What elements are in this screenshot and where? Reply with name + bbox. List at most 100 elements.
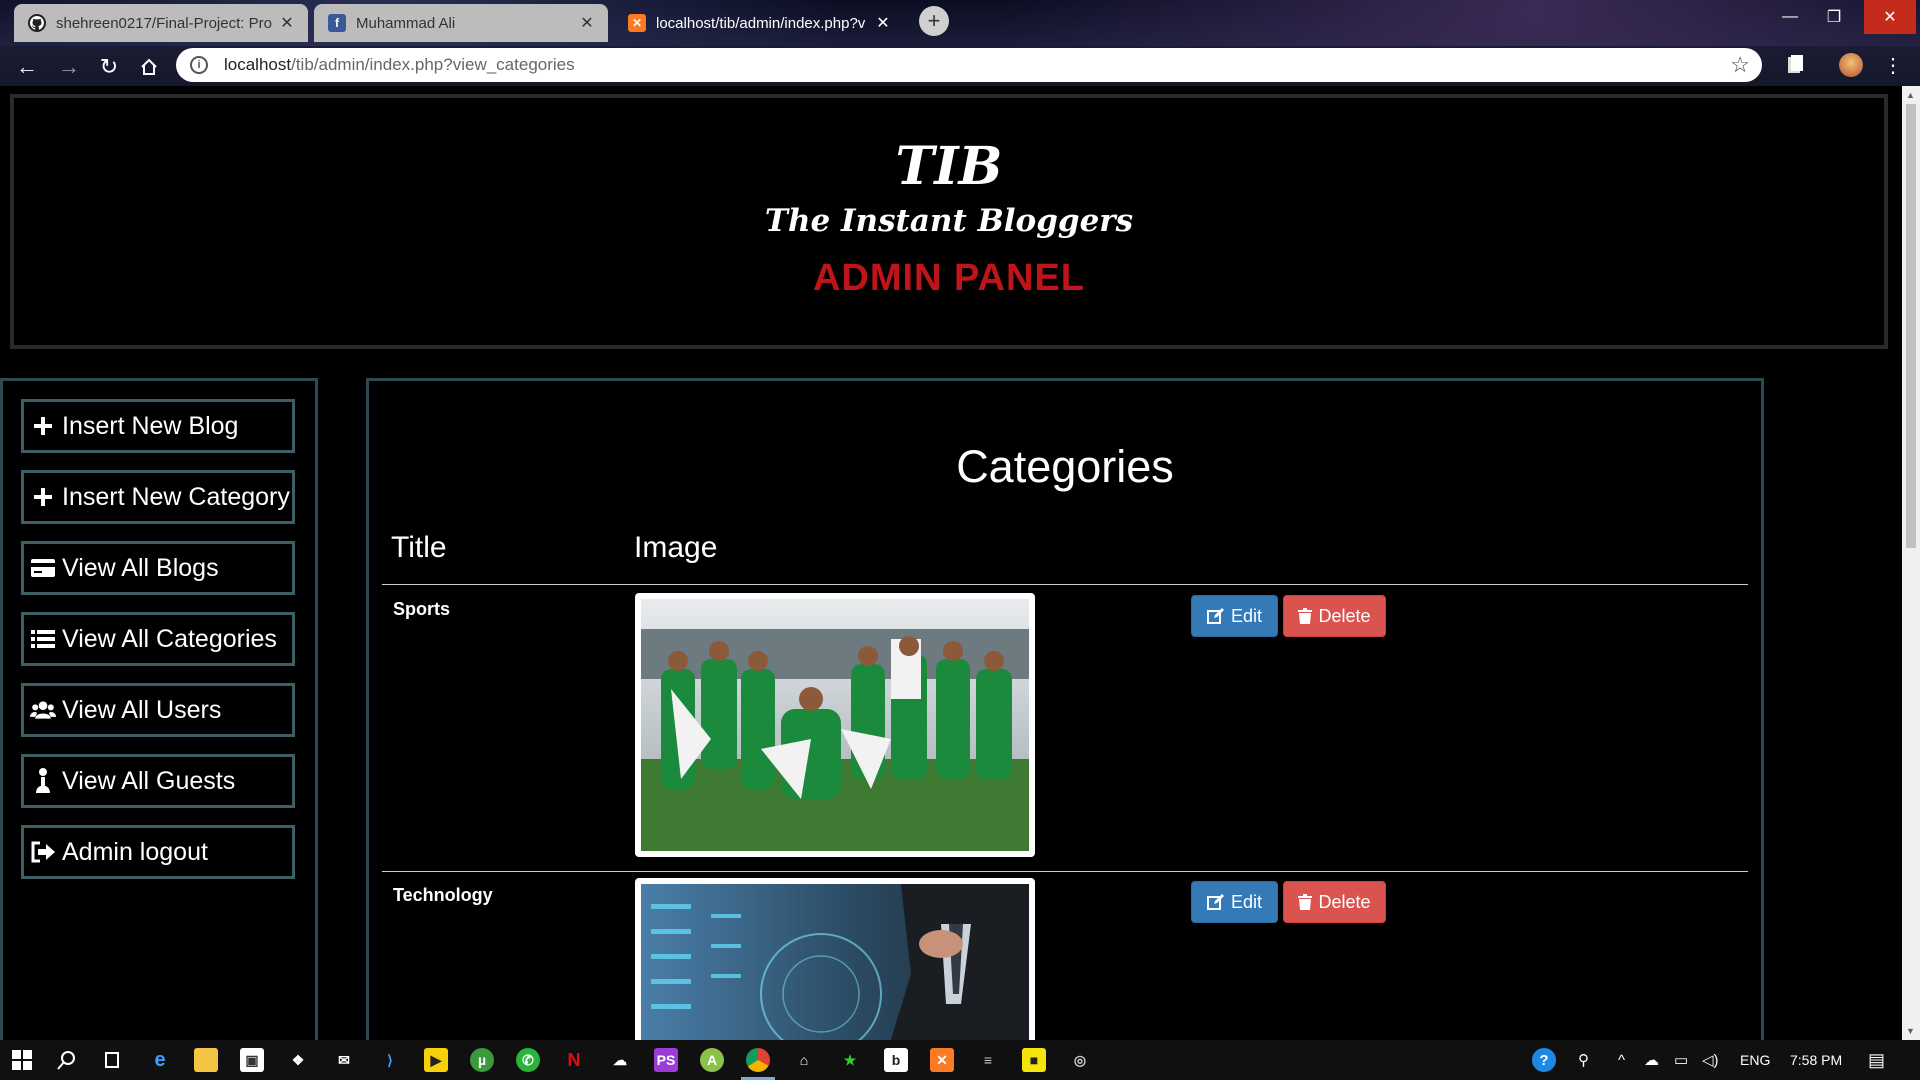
onedrive-icon[interactable]: ☁: [1644, 1040, 1659, 1080]
sticky-notes-icon[interactable]: ■: [1022, 1048, 1046, 1072]
plus-icon: [30, 415, 56, 437]
delete-label: Delete: [1318, 891, 1371, 912]
page-content: TIB The Instant Bloggers ADMIN PANEL Ins…: [0, 86, 1902, 1040]
list-icon: [30, 629, 56, 649]
battery-icon[interactable]: ▭: [1674, 1040, 1688, 1080]
whatsapp-icon[interactable]: ✆: [516, 1048, 540, 1072]
extension-icon[interactable]: [1782, 52, 1808, 78]
reload-icon[interactable]: ↻: [94, 52, 124, 82]
category-title-cell: Technology: [393, 885, 493, 905]
scroll-up-icon[interactable]: ▲: [1906, 90, 1915, 100]
app-icon[interactable]: ◎: [1068, 1048, 1092, 1072]
vscode-icon[interactable]: ⟩: [378, 1048, 402, 1072]
media-player-icon[interactable]: ▶: [424, 1048, 448, 1072]
app-icon[interactable]: ⌂: [792, 1048, 816, 1072]
tab-facebook[interactable]: f Muhammad Ali ✕: [314, 4, 608, 42]
windows-start-icon[interactable]: [10, 1048, 34, 1072]
brand-tagline: The Instant Bloggers: [764, 203, 1134, 239]
bing-icon[interactable]: b: [884, 1048, 908, 1072]
chevron-up-icon[interactable]: ^: [1618, 1040, 1625, 1080]
xampp-icon[interactable]: ✕: [930, 1048, 954, 1072]
chrome-icon[interactable]: [746, 1048, 770, 1072]
edge-icon[interactable]: e: [148, 1048, 172, 1072]
tab-localhost[interactable]: ✕ localhost/tib/admin/index.php?v ✕: [614, 4, 904, 42]
credit-card-icon: [30, 558, 56, 578]
edit-button[interactable]: Edit: [1191, 881, 1278, 923]
table-row-divider: [382, 871, 1748, 872]
view-all-categories-button[interactable]: View All Categories: [21, 612, 295, 666]
url-path: /tib/admin/index.php?view_categories: [291, 55, 575, 74]
volume-icon[interactable]: ◁): [1702, 1040, 1719, 1080]
tab-github[interactable]: shehreen0217/Final-Project: Pro ✕: [14, 4, 308, 42]
categories-panel: Categories Title Image Sports Edit Delet…: [366, 378, 1764, 1040]
task-view-icon[interactable]: [100, 1048, 124, 1072]
delete-label: Delete: [1318, 605, 1371, 626]
phpstorm-icon[interactable]: PS: [654, 1048, 678, 1072]
users-icon: [30, 699, 56, 721]
forward-icon[interactable]: →: [54, 52, 84, 82]
close-tab-icon[interactable]: ✕: [874, 13, 892, 33]
android-studio-icon[interactable]: A: [700, 1048, 724, 1072]
utorrent-icon[interactable]: µ: [470, 1048, 494, 1072]
tab-title: localhost/tib/admin/index.php?v: [656, 14, 866, 32]
category-image-sports: [635, 593, 1035, 857]
close-tab-icon[interactable]: ✕: [578, 13, 596, 33]
scrollbar-thumb[interactable]: [1906, 104, 1916, 548]
soundcloud-icon[interactable]: ☁: [608, 1048, 632, 1072]
insert-new-blog-button[interactable]: Insert New Blog: [21, 399, 295, 453]
delete-button[interactable]: Delete: [1283, 881, 1386, 923]
url-host: localhost: [224, 55, 292, 74]
app-icon[interactable]: ★: [838, 1048, 862, 1072]
clock[interactable]: 7:58 PM: [1790, 1040, 1842, 1080]
logout-icon: [30, 841, 56, 863]
database-icon[interactable]: ≡: [976, 1048, 1000, 1072]
page-title: Categories: [956, 441, 1174, 492]
admin-logout-button[interactable]: Admin logout: [21, 825, 295, 879]
back-icon[interactable]: ←: [12, 52, 42, 82]
people-icon[interactable]: ⚲: [1578, 1040, 1589, 1080]
file-explorer-icon[interactable]: [194, 1048, 218, 1072]
delete-button[interactable]: Delete: [1283, 595, 1386, 637]
sidebar-item-label: View All Users: [62, 695, 222, 724]
bookmark-star-icon[interactable]: ☆: [1730, 52, 1750, 78]
language-indicator[interactable]: ENG: [1740, 1040, 1770, 1080]
help-icon[interactable]: ?: [1532, 1040, 1556, 1080]
home-icon[interactable]: [134, 52, 164, 82]
notifications-icon[interactable]: ▤: [1868, 1040, 1885, 1080]
edit-button[interactable]: Edit: [1191, 595, 1278, 637]
site-header: TIB The Instant Bloggers ADMIN PANEL: [10, 94, 1888, 349]
store-icon[interactable]: ▣: [240, 1048, 264, 1072]
github-icon: [28, 14, 46, 32]
sidebar-item-label: View All Blogs: [62, 553, 219, 582]
admin-sidebar: Insert New Blog Insert New Category View…: [0, 378, 318, 1040]
profile-avatar[interactable]: [1838, 52, 1864, 78]
edit-label: Edit: [1230, 605, 1263, 626]
view-all-blogs-button[interactable]: View All Blogs: [21, 541, 295, 595]
menu-kebab-icon[interactable]: ⋮: [1880, 52, 1906, 78]
plus-icon: [30, 486, 56, 508]
edit-label: Edit: [1230, 891, 1263, 912]
new-tab-button[interactable]: +: [919, 6, 949, 36]
page-scrollbar[interactable]: ▲ ▼: [1902, 86, 1920, 1040]
edit-icon: [1206, 894, 1225, 910]
netflix-icon[interactable]: N: [562, 1048, 586, 1072]
table-header-divider: [382, 584, 1748, 585]
close-tab-icon[interactable]: ✕: [278, 13, 296, 33]
view-all-users-button[interactable]: View All Users: [21, 683, 295, 737]
mail-icon[interactable]: ✉: [332, 1048, 356, 1072]
view-all-guests-button[interactable]: View All Guests: [21, 754, 295, 808]
search-icon[interactable]: [55, 1048, 79, 1072]
column-header-title: Title: [391, 531, 447, 564]
category-image-technology: [635, 878, 1035, 1040]
insert-new-category-button[interactable]: Insert New Category: [21, 470, 295, 524]
site-info-icon[interactable]: i: [190, 56, 208, 74]
close-window-button[interactable]: ✕: [1864, 0, 1916, 34]
category-title-cell: Sports: [393, 599, 451, 619]
xampp-icon: ✕: [628, 14, 646, 32]
windows-taskbar: e ▣ ❖ ✉ ⟩ ▶ µ ✆ N ☁ PS A ⌂ ★ b ✕ ≡ ■ ◎ ?…: [0, 1040, 1920, 1080]
trash-icon: [1298, 608, 1313, 624]
scroll-down-icon[interactable]: ▼: [1906, 1026, 1915, 1036]
restore-button[interactable]: ❐: [1808, 0, 1860, 34]
address-bar[interactable]: i localhost/tib/admin/index.php?view_cat…: [176, 48, 1762, 82]
dropbox-icon[interactable]: ❖: [286, 1048, 310, 1072]
